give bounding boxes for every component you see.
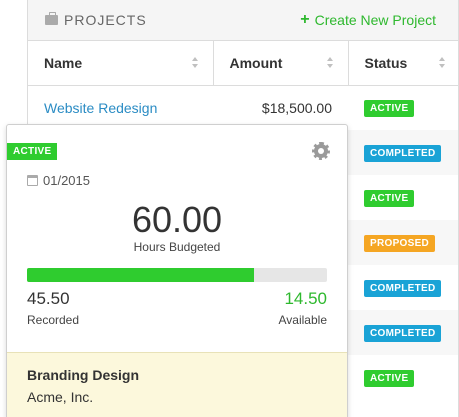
recorded-value: 45.50 — [27, 289, 70, 308]
project-detail-popover: ACTIVE 01/2015 60.00 Hours Budgeted 45.5… — [6, 124, 348, 417]
available-value: 14.50 — [284, 289, 327, 308]
panel-title-text: PROJECTS — [64, 12, 147, 28]
column-header-status[interactable]: Status — [347, 41, 458, 86]
status-badge: PROPOSED — [364, 235, 436, 252]
status-badge: COMPLETED — [364, 325, 442, 342]
status-cell: COMPLETED — [348, 310, 458, 355]
sort-icon — [439, 57, 446, 68]
sort-icon — [326, 57, 334, 68]
status-badge: ACTIVE — [7, 143, 58, 160]
date-value: 01/2015 — [43, 173, 90, 188]
column-header-name[interactable]: Name — [28, 41, 213, 86]
hours-progress-bar — [27, 268, 327, 282]
client-name: Acme, Inc. — [27, 389, 94, 405]
table-header-row: Name Amount Status — [28, 41, 458, 86]
status-cell: ACTIVE — [348, 355, 458, 400]
panel-title: PROJECTS — [45, 12, 147, 28]
hours-budgeted-label: Hours Budgeted — [133, 240, 221, 254]
create-new-project-link[interactable]: + Create New Project — [300, 11, 436, 29]
status-cell: ACTIVE — [348, 85, 458, 130]
status-badge: COMPLETED — [364, 145, 442, 162]
recorded-label: Recorded — [27, 313, 80, 327]
card-footer: Branding Design Acme, Inc. — [7, 352, 347, 417]
column-header-amount[interactable]: Amount — [212, 41, 348, 86]
calendar-icon — [27, 175, 38, 186]
sort-icon — [191, 57, 199, 68]
status-cell: COMPLETED — [348, 265, 458, 310]
project-date: 01/2015 — [27, 173, 90, 188]
briefcase-icon — [45, 12, 58, 25]
status-cell: ACTIVE — [348, 175, 458, 220]
gear-icon[interactable] — [312, 142, 330, 160]
status-cell: COMPLETED — [348, 130, 458, 175]
panel-header: PROJECTS + Create New Project — [28, 0, 458, 41]
status-badge: COMPLETED — [364, 280, 442, 297]
status-badge: ACTIVE — [364, 370, 415, 387]
hours-budgeted-value: 60.00 — [131, 199, 223, 240]
status-cell: PROPOSED — [348, 220, 458, 265]
project-name: Branding Design — [27, 367, 140, 383]
plus-icon: + — [300, 11, 310, 28]
available-label: Available — [278, 313, 327, 327]
status-badge: ACTIVE — [364, 100, 415, 118]
create-new-project-label: Create New Project — [314, 12, 436, 28]
status-badge: ACTIVE — [364, 190, 415, 207]
project-link[interactable]: Website Redesign — [44, 100, 157, 116]
hours-progress-fill — [27, 268, 255, 282]
